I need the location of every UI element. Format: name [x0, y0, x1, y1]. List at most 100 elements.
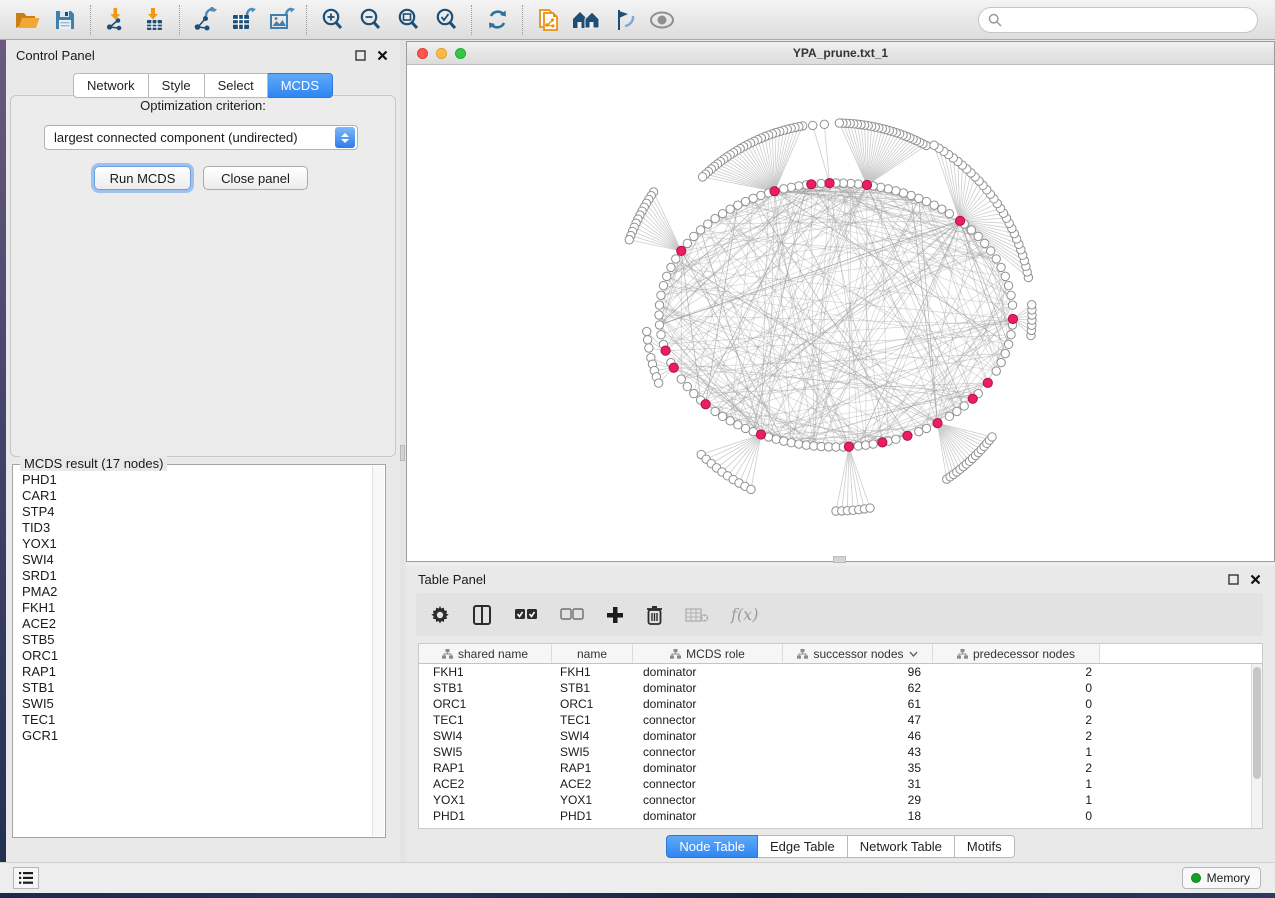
cell-successor-nodes[interactable]: 47	[783, 712, 933, 728]
network-node[interactable]	[657, 291, 665, 299]
network-node[interactable]	[749, 194, 757, 202]
network-node[interactable]	[980, 239, 988, 247]
mcds-hub-node[interactable]	[903, 431, 912, 440]
network-node[interactable]	[1004, 281, 1012, 289]
cell-successor-nodes[interactable]: 31	[783, 776, 933, 792]
cell-shared-name[interactable]: FKH1	[419, 664, 552, 680]
network-node[interactable]	[922, 424, 930, 432]
mcds-hub-node[interactable]	[661, 346, 670, 355]
network-node[interactable]	[667, 263, 675, 271]
network-node[interactable]	[1001, 349, 1009, 357]
network-node[interactable]	[1008, 301, 1016, 309]
network-node[interactable]	[1001, 272, 1009, 280]
network-node[interactable]	[704, 220, 712, 228]
cell-MCDS-role[interactable]: connector	[633, 744, 783, 760]
network-node[interactable]	[780, 185, 788, 193]
cell-successor-nodes[interactable]: 29	[783, 792, 933, 808]
cell-shared-name[interactable]: ACE2	[419, 776, 552, 792]
mcds-list-scrollbar[interactable]	[372, 466, 384, 836]
network-node[interactable]	[922, 197, 930, 205]
mcds-hub-node[interactable]	[878, 438, 887, 447]
network-node[interactable]	[992, 367, 1000, 375]
cell-MCDS-role[interactable]: connector	[633, 792, 783, 808]
mcds-result-item[interactable]: STP4	[22, 504, 372, 520]
network-node[interactable]	[663, 272, 671, 280]
network-node[interactable]	[780, 437, 788, 445]
export-table-icon[interactable]	[224, 5, 262, 35]
mcds-result-item[interactable]: SRD1	[22, 568, 372, 584]
cell-shared-name[interactable]: TEC1	[419, 712, 552, 728]
network-node[interactable]	[809, 121, 817, 129]
network-node[interactable]	[696, 226, 704, 234]
table-scrollbar[interactable]	[1251, 664, 1262, 828]
network-node[interactable]	[741, 197, 749, 205]
cell-shared-name[interactable]: RAP1	[419, 760, 552, 776]
mcds-result-item[interactable]: TID3	[22, 520, 372, 536]
network-node[interactable]	[915, 427, 923, 435]
export-network-icon[interactable]	[186, 5, 224, 35]
network-node[interactable]	[757, 191, 765, 199]
cell-MCDS-role[interactable]: dominator	[633, 808, 783, 824]
network-node[interactable]	[967, 226, 975, 234]
close-panel-button[interactable]: Close panel	[203, 166, 308, 190]
cell-predecessor-nodes[interactable]: 2	[933, 760, 1100, 776]
cell-shared-name[interactable]: SWI4	[419, 728, 552, 744]
mcds-result-item[interactable]: SWI4	[22, 552, 372, 568]
network-node[interactable]	[974, 232, 982, 240]
network-node[interactable]	[930, 141, 938, 149]
cell-predecessor-nodes[interactable]: 2	[933, 712, 1100, 728]
table-row[interactable]: SWI4SWI4dominator462	[419, 728, 1262, 744]
tab-network-table[interactable]: Network Table	[848, 835, 955, 858]
cell-successor-nodes[interactable]: 35	[783, 760, 933, 776]
mcds-hub-node[interactable]	[756, 430, 765, 439]
tab-network[interactable]: Network	[73, 73, 149, 98]
select-all-icon[interactable]	[514, 600, 538, 630]
network-node[interactable]	[625, 236, 633, 244]
cell-predecessor-nodes[interactable]: 0	[933, 680, 1100, 696]
mcds-hub-node[interactable]	[955, 216, 964, 225]
zoom-out-icon[interactable]	[351, 5, 389, 35]
network-node[interactable]	[698, 173, 706, 181]
column-header-MCDS-role[interactable]: MCDS role	[633, 644, 783, 663]
network-node[interactable]	[960, 402, 968, 410]
network-node[interactable]	[711, 214, 719, 222]
cell-shared-name[interactable]: PHD1	[419, 808, 552, 824]
cell-shared-name[interactable]: SWI5	[419, 744, 552, 760]
tab-edge-table[interactable]: Edge Table	[758, 835, 848, 858]
cell-predecessor-nodes[interactable]: 1	[933, 792, 1100, 808]
network-node[interactable]	[677, 375, 685, 383]
mcds-hub-node[interactable]	[933, 419, 942, 428]
delete-column-trash-icon[interactable]	[646, 600, 663, 630]
tab-select[interactable]: Select	[205, 73, 268, 98]
table-settings-gear-icon[interactable]	[430, 600, 450, 630]
cell-MCDS-role[interactable]: dominator	[633, 680, 783, 696]
network-node[interactable]	[876, 183, 884, 191]
cell-name[interactable]: SWI4	[552, 728, 633, 744]
mcds-result-item[interactable]: ACE2	[22, 616, 372, 632]
network-node[interactable]	[892, 435, 900, 443]
network-node[interactable]	[988, 433, 996, 441]
cell-predecessor-nodes[interactable]: 1	[933, 776, 1100, 792]
mcds-hub-node[interactable]	[983, 378, 992, 387]
network-node[interactable]	[726, 205, 734, 213]
tab-style[interactable]: Style	[149, 73, 205, 98]
network-node[interactable]	[997, 358, 1005, 366]
mcds-hub-node[interactable]	[862, 180, 871, 189]
network-node[interactable]	[817, 179, 825, 187]
float-panel-icon[interactable]	[352, 47, 368, 63]
network-node[interactable]	[734, 421, 742, 429]
import-network-icon[interactable]	[97, 5, 135, 35]
mcds-hub-node[interactable]	[1008, 314, 1017, 323]
network-node[interactable]	[787, 183, 795, 191]
mcds-hub-node[interactable]	[770, 187, 779, 196]
mcds-result-item[interactable]: FKH1	[22, 600, 372, 616]
open-file-icon[interactable]	[8, 5, 46, 35]
network-node[interactable]	[741, 424, 749, 432]
run-mcds-button[interactable]: Run MCDS	[94, 166, 191, 190]
tab-motifs[interactable]: Motifs	[955, 835, 1015, 858]
save-icon[interactable]	[46, 5, 84, 35]
cell-name[interactable]: STB1	[552, 680, 633, 696]
mcds-hub-node[interactable]	[968, 394, 977, 403]
table-row[interactable]: FKH1FKH1dominator962	[419, 664, 1262, 680]
network-window-titlebar[interactable]: YPA_prune.txt_1	[407, 42, 1274, 65]
